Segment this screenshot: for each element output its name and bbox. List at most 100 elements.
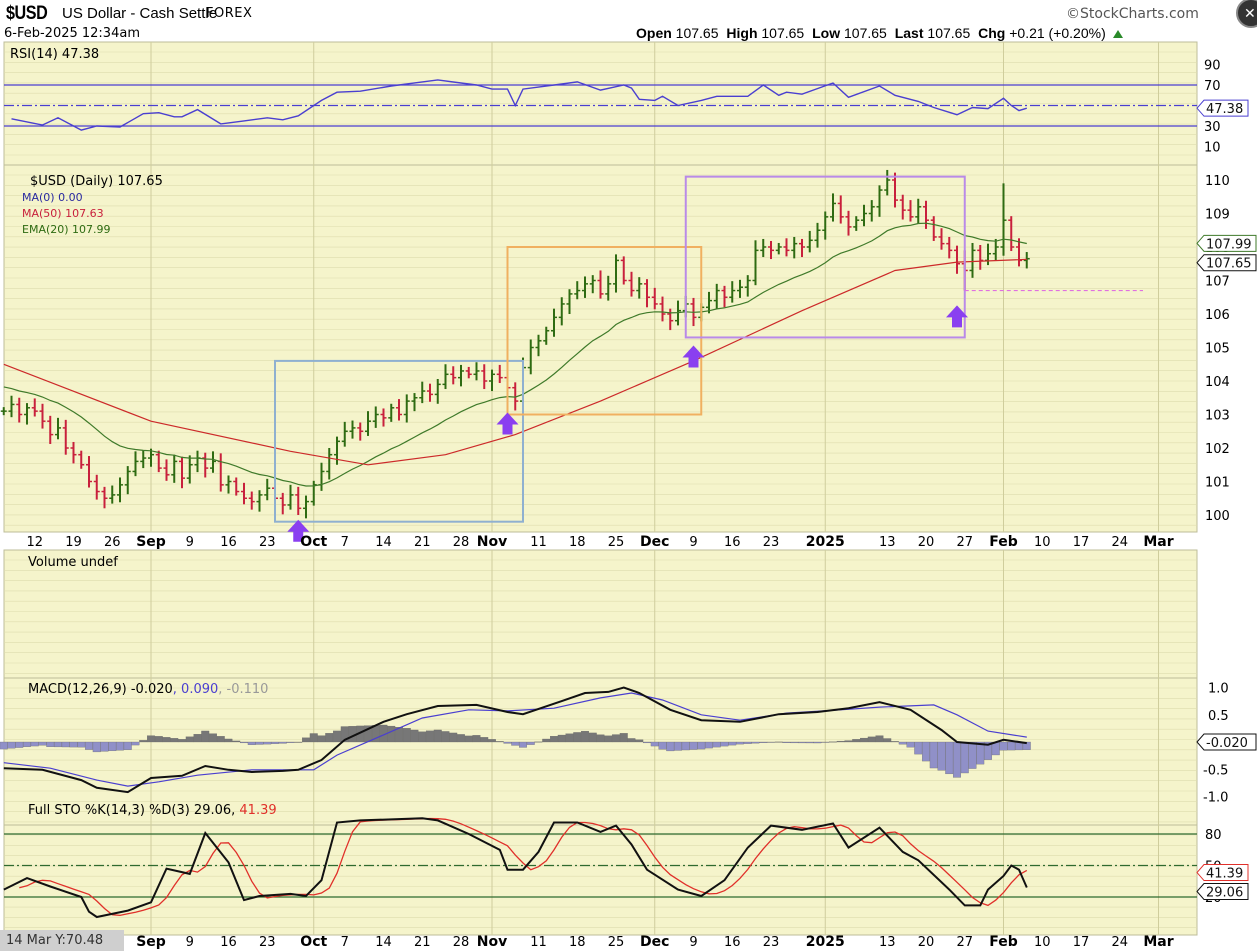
macd-histogram-bar <box>402 728 411 743</box>
macd-histogram-bar <box>15 741 24 748</box>
price-tick: 110 <box>1205 174 1230 189</box>
macd-histogram-bar <box>224 738 233 743</box>
macd-histogram-bar <box>798 741 806 744</box>
date-axis-top-label: Nov <box>477 534 507 550</box>
date-axis-top-label: 12 <box>26 535 43 550</box>
macd-histogram-bar <box>712 741 721 748</box>
macd-histogram-bar <box>759 741 768 743</box>
macd-tick: -1.0 <box>1203 791 1228 806</box>
macd-histogram-bar <box>480 737 489 743</box>
macd-histogram-bar <box>751 741 760 744</box>
macd-histogram-bar <box>240 741 248 744</box>
date-axis-bottom-label: 20 <box>918 935 935 950</box>
date-axis-top-label: 13 <box>879 535 896 550</box>
price-last-label-text: 107.65 <box>1206 257 1252 272</box>
date-axis-top-label: 23 <box>763 535 780 550</box>
date-axis-top-label: 2025 <box>806 534 845 550</box>
macd-histogram-bar <box>674 741 682 751</box>
macd-histogram-bar <box>38 741 47 746</box>
macd-histogram-bar <box>689 741 698 750</box>
macd-histogram-bar <box>999 741 1008 751</box>
macd-histogram-bar <box>573 732 582 743</box>
macd-histogram-bar <box>232 740 241 743</box>
macd-histogram-bar <box>627 738 636 743</box>
date-axis-top-label: 9 <box>186 535 194 550</box>
date-axis-bottom-label: 17 <box>1073 935 1090 950</box>
macd-histogram-bar <box>178 739 186 743</box>
macd-histogram-bar <box>906 741 915 748</box>
macd-histogram-bar <box>650 741 659 747</box>
macd-histogram-bar <box>7 741 16 749</box>
macd-histogram-bar <box>263 741 272 745</box>
macd-histogram-bar <box>867 736 876 743</box>
date-axis-top-label: 18 <box>569 535 586 550</box>
sto-k-last-label-text: 29.06 <box>1206 885 1243 900</box>
macd-histogram-bar <box>139 740 148 743</box>
ma0-legend: MA(0) 0.00 <box>22 191 83 204</box>
price-tick: 103 <box>1205 409 1230 424</box>
macd-signal-value: , 0.090 <box>173 682 218 697</box>
date-axis-bottom-label: 25 <box>608 935 625 950</box>
macd-histogram-bar <box>147 735 155 743</box>
macd-histogram-bar <box>294 741 303 743</box>
macd-legend-value: MACD(12,26,9) -0.020 <box>28 682 173 697</box>
macd-histogram-bar <box>743 741 752 744</box>
macd-histogram-bar <box>681 741 690 751</box>
macd-histogram-bar <box>612 734 620 743</box>
macd-histogram-bar <box>542 738 551 743</box>
macd-histogram-bar <box>604 735 613 743</box>
macd-histogram-bar <box>0 741 8 750</box>
price-tick: 101 <box>1205 476 1230 491</box>
ema20-legend: EMA(20) 107.99 <box>22 223 111 236</box>
macd-histogram-bar <box>433 729 442 743</box>
macd-histogram-bar <box>929 741 938 769</box>
macd-histogram-bar <box>77 741 86 748</box>
rsi-tick: 90 <box>1204 59 1221 74</box>
chart-canvas[interactable]: 9070301011010910810710610510410310210110… <box>0 0 1257 951</box>
macd-histogram-bar <box>511 741 520 746</box>
date-axis-bottom-label: Sep <box>136 934 166 950</box>
macd-histogram-bar <box>658 741 667 750</box>
macd-histogram-bar <box>495 741 504 743</box>
macd-histogram-bar <box>836 740 845 743</box>
macd-histogram-bar <box>790 741 799 744</box>
macd-histogram-bar <box>1007 741 1016 751</box>
macd-histogram-bar <box>54 741 62 748</box>
macd-histogram-bar <box>441 731 450 743</box>
macd-histogram-bar <box>557 734 566 743</box>
macd-histogram-bar <box>534 741 543 743</box>
macd-hist-value: , -0.110 <box>218 682 268 697</box>
sto-k-value: Full STO %K(14,3) %D(3) 29.06, <box>28 803 235 818</box>
macd-histogram-bar <box>503 741 512 744</box>
macd-histogram-bar <box>829 741 837 743</box>
macd-histogram-bar <box>976 741 985 765</box>
date-axis-top-label: 10 <box>1034 535 1051 550</box>
rsi-legend: RSI(14) 47.38 <box>10 47 99 62</box>
macd-histogram-bar <box>805 741 814 744</box>
macd-histogram-bar <box>85 741 93 750</box>
date-axis-bottom-label: Feb <box>989 934 1018 950</box>
date-axis-bottom-label: 7 <box>341 935 349 950</box>
rsi-last-label-text: 47.38 <box>1206 102 1243 117</box>
macd-histogram-bar <box>185 736 194 743</box>
date-axis-top-label: Feb <box>989 534 1018 550</box>
cursor-readout: 14 Mar Y:70.48 <box>0 930 124 951</box>
date-axis-top-label: Mar <box>1143 534 1173 550</box>
macd-histogram-bar <box>697 741 706 750</box>
date-axis-top-label: 20 <box>918 535 935 550</box>
sto-legend: Full STO %K(14,3) %D(3) 29.06, 41.39 <box>28 803 277 818</box>
date-axis-bottom-label: 28 <box>453 935 470 950</box>
macd-histogram-bar <box>953 741 961 778</box>
date-axis-bottom-label: 23 <box>259 935 276 950</box>
macd-histogram-bar <box>883 738 892 743</box>
macd-histogram-bar <box>968 741 977 769</box>
date-axis-bottom-label: Oct <box>300 934 327 950</box>
panel-vol <box>3 549 1198 679</box>
date-axis-bottom-label: 10 <box>1034 935 1051 950</box>
macd-histogram-bar <box>426 730 434 743</box>
macd-histogram-bar <box>852 739 861 743</box>
macd-histogram-bar <box>488 739 496 743</box>
sto-d-value: 41.39 <box>235 803 276 818</box>
date-axis-top-label: 17 <box>1073 535 1090 550</box>
date-axis-top-label: 21 <box>414 535 431 550</box>
